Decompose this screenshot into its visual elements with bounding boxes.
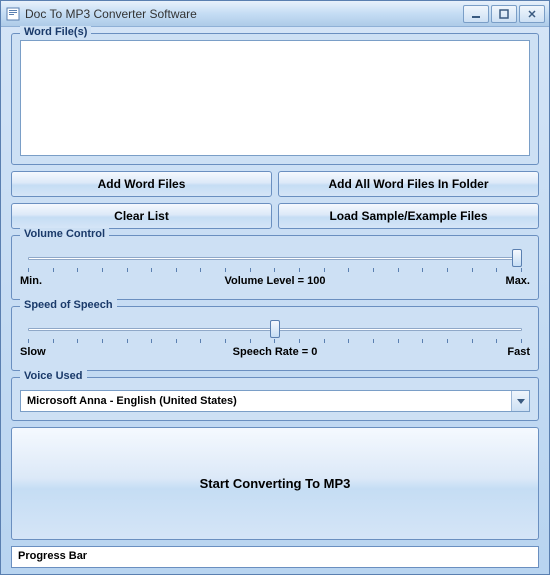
volume-control-group: Volume Control Min. Volume Level = 100 M… bbox=[11, 235, 539, 300]
volume-min-label: Min. bbox=[20, 275, 42, 287]
volume-legend: Volume Control bbox=[20, 228, 109, 240]
speed-slider[interactable] bbox=[28, 319, 522, 339]
voice-selected-label: Microsoft Anna - English (United States) bbox=[27, 395, 237, 407]
button-row-1: Add Word Files Add All Word Files In Fol… bbox=[11, 171, 539, 197]
speed-ticks bbox=[28, 339, 522, 344]
window-title: Doc To MP3 Converter Software bbox=[25, 7, 461, 21]
word-files-group: Word File(s) bbox=[11, 33, 539, 165]
button-row-2: Clear List Load Sample/Example Files bbox=[11, 203, 539, 229]
speed-rate-label: Speech Rate = 0 bbox=[233, 346, 318, 358]
close-button[interactable] bbox=[519, 5, 545, 23]
speed-legend: Speed of Speech bbox=[20, 299, 117, 311]
volume-thumb bbox=[512, 249, 522, 267]
word-files-legend: Word File(s) bbox=[20, 26, 91, 38]
content-area: Word File(s) Add Word Files Add All Word… bbox=[1, 27, 549, 574]
speed-max-label: Fast bbox=[507, 346, 530, 358]
file-list[interactable] bbox=[20, 40, 530, 156]
chevron-down-icon bbox=[511, 391, 529, 411]
volume-max-label: Max. bbox=[506, 275, 530, 287]
progress-bar: Progress Bar bbox=[11, 546, 539, 568]
start-converting-button[interactable]: Start Converting To MP3 bbox=[11, 427, 539, 540]
volume-level-label: Volume Level = 100 bbox=[225, 275, 326, 287]
add-folder-button[interactable]: Add All Word Files In Folder bbox=[278, 171, 539, 197]
voice-used-group: Voice Used Microsoft Anna - English (Uni… bbox=[11, 377, 539, 421]
titlebar: Doc To MP3 Converter Software bbox=[1, 1, 549, 27]
load-sample-button[interactable]: Load Sample/Example Files bbox=[278, 203, 539, 229]
clear-list-button[interactable]: Clear List bbox=[11, 203, 272, 229]
maximize-button[interactable] bbox=[491, 5, 517, 23]
speed-thumb bbox=[270, 320, 280, 338]
minimize-button[interactable] bbox=[463, 5, 489, 23]
add-word-files-button[interactable]: Add Word Files bbox=[11, 171, 272, 197]
speed-control-group: Speed of Speech Slow Speech Rate = 0 Fas… bbox=[11, 306, 539, 371]
progress-label: Progress Bar bbox=[18, 550, 87, 562]
volume-ticks bbox=[28, 268, 522, 273]
app-icon bbox=[5, 6, 21, 22]
voice-dropdown[interactable]: Microsoft Anna - English (United States) bbox=[20, 390, 530, 412]
speed-min-label: Slow bbox=[20, 346, 46, 358]
volume-slider[interactable] bbox=[28, 248, 522, 268]
app-window: Doc To MP3 Converter Software Word File(… bbox=[0, 0, 550, 575]
voice-legend: Voice Used bbox=[20, 370, 87, 382]
